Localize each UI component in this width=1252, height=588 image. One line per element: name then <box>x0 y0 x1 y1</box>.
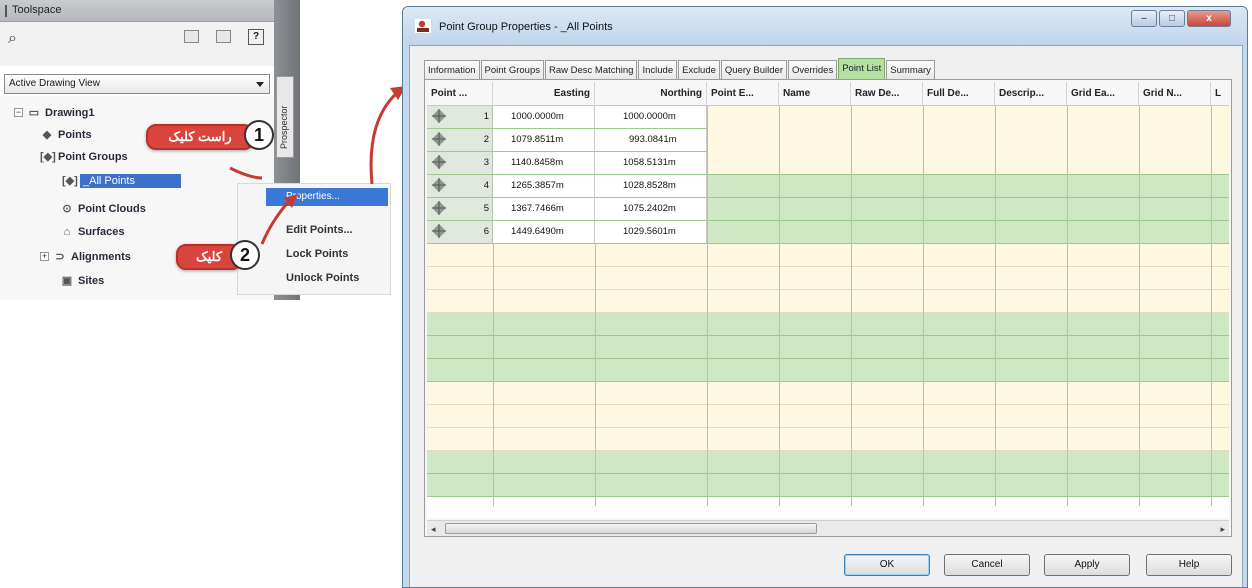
arrow-to-all-points <box>229 166 263 180</box>
scroll-left-icon[interactable]: ◂ <box>431 524 436 535</box>
dialog-body: Information Point Groups Raw Desc Matching… <box>409 45 1243 587</box>
row-header: 3 <box>427 152 493 174</box>
row-header: 6 <box>427 221 493 243</box>
maximize-button[interactable]: □ <box>1159 10 1185 27</box>
column-header-name[interactable]: Name <box>779 82 851 106</box>
help-button[interactable]: Help <box>1146 554 1232 576</box>
column-header-grid-northing[interactable]: Grid N... <box>1139 82 1211 106</box>
tab-point-list[interactable]: Point List <box>838 58 886 81</box>
row-cells-cream <box>707 106 1229 174</box>
row-header: 1 <box>427 106 493 128</box>
callout-right-click: راست کلیک <box>146 124 254 150</box>
easting-cell[interactable]: 1449.6490m <box>493 221 595 243</box>
cancel-button[interactable]: Cancel <box>944 554 1030 576</box>
column-header-full-description[interactable]: Full De... <box>923 82 995 106</box>
table-row-empty <box>427 267 1229 290</box>
point-icon <box>432 109 446 123</box>
point-number: 4 <box>483 180 489 191</box>
tab-query-builder[interactable]: Query Builder <box>720 60 788 81</box>
dialog-title: Point Group Properties - _All Points <box>439 21 613 33</box>
table-row-empty <box>427 313 1229 336</box>
tab-overrides[interactable]: Overrides <box>788 60 838 81</box>
tab-summary[interactable]: Summary <box>886 60 935 81</box>
northing-cell[interactable]: 1058.5131m <box>595 152 707 174</box>
point-icon <box>432 178 446 192</box>
grid-line <box>1067 106 1068 506</box>
table-row-empty <box>427 359 1229 382</box>
column-header-description[interactable]: Descrip... <box>995 82 1067 106</box>
grid-line <box>779 106 780 506</box>
table-row-empty <box>427 290 1229 313</box>
table-row-empty <box>427 382 1229 405</box>
point-number: 2 <box>483 134 489 145</box>
point-icon <box>432 155 446 169</box>
column-header-latitude[interactable]: L <box>1211 82 1229 106</box>
point-number: 3 <box>483 157 489 168</box>
civil3d-app-icon <box>415 19 431 33</box>
minimize-button[interactable]: – <box>1131 10 1157 27</box>
point-list-panel: Point ... Easting Northing Point E... Na… <box>424 79 1232 537</box>
easting-cell[interactable]: 1140.8458m <box>493 152 595 174</box>
apply-button[interactable]: Apply <box>1044 554 1130 576</box>
table-row-empty <box>427 474 1229 497</box>
step-number-2: 2 <box>230 240 260 270</box>
northing-cell[interactable]: 1075.2402m <box>595 198 707 220</box>
point-number: 6 <box>483 226 489 237</box>
point-group-properties-dialog: Point Group Properties - _All Points – □… <box>402 6 1248 588</box>
grid-line <box>923 106 924 506</box>
table-row-empty <box>427 244 1229 267</box>
row-header: 5 <box>427 198 493 220</box>
northing-cell[interactable]: 1000.0000m <box>595 106 707 128</box>
table-row-empty <box>427 405 1229 428</box>
tab-exclude[interactable]: Exclude <box>678 60 720 81</box>
point-icon <box>432 201 446 215</box>
close-button[interactable]: x <box>1187 10 1231 27</box>
tab-information[interactable]: Information <box>424 60 480 81</box>
tab-strip: Information Point Groups Raw Desc Matching… <box>424 58 936 81</box>
easting-cell[interactable]: 1079.8511m <box>493 129 595 151</box>
tab-raw-desc-matching[interactable]: Raw Desc Matching <box>544 60 638 81</box>
grid-line <box>1211 106 1212 506</box>
horizontal-scrollbar[interactable]: ◂ ▸ <box>427 520 1229 536</box>
easting-cell[interactable]: 1265.3857m <box>493 175 595 197</box>
northing-cell[interactable]: 1029.5601m <box>595 221 707 243</box>
scroll-right-icon[interactable]: ▸ <box>1220 524 1225 535</box>
grid-line <box>995 106 996 506</box>
step-number-1: 1 <box>244 120 274 150</box>
point-number: 5 <box>483 203 489 214</box>
easting-cell[interactable]: 1367.7466m <box>493 198 595 220</box>
tab-include[interactable]: Include <box>638 60 678 81</box>
column-header-point-elevation[interactable]: Point E... <box>707 82 779 106</box>
point-number: 1 <box>483 111 489 122</box>
northing-cell[interactable]: 1028.8528m <box>595 175 707 197</box>
column-header-easting[interactable]: Easting <box>493 82 595 106</box>
grid-line <box>851 106 852 506</box>
grid-line <box>707 106 708 506</box>
table-row-empty <box>427 428 1229 451</box>
grid-line <box>1139 106 1140 506</box>
scrollbar-thumb[interactable] <box>445 523 817 534</box>
table-row-empty <box>427 336 1229 359</box>
easting-cell[interactable]: 1000.0000m <box>493 106 595 128</box>
tab-point-groups[interactable]: Point Groups <box>480 60 544 81</box>
dialog-titlebar[interactable]: Point Group Properties - _All Points – □… <box>403 7 1247 45</box>
ok-button[interactable]: OK <box>844 554 930 576</box>
arrow-to-properties <box>260 198 292 245</box>
column-header-raw-description[interactable]: Raw De... <box>851 82 923 106</box>
column-header-grid-easting[interactable]: Grid Ea... <box>1067 82 1139 106</box>
northing-cell[interactable]: 993.0841m <box>595 129 707 151</box>
point-icon <box>432 224 446 238</box>
row-header: 4 <box>427 175 493 197</box>
point-list-grid: Point ... Easting Northing Point E... Na… <box>427 82 1229 518</box>
point-icon <box>432 132 446 146</box>
column-header-point-number[interactable]: Point ... <box>427 82 493 106</box>
row-header: 2 <box>427 129 493 151</box>
arrow-to-dialog <box>369 90 399 185</box>
table-row-empty <box>427 451 1229 474</box>
column-header-northing[interactable]: Northing <box>595 82 707 106</box>
